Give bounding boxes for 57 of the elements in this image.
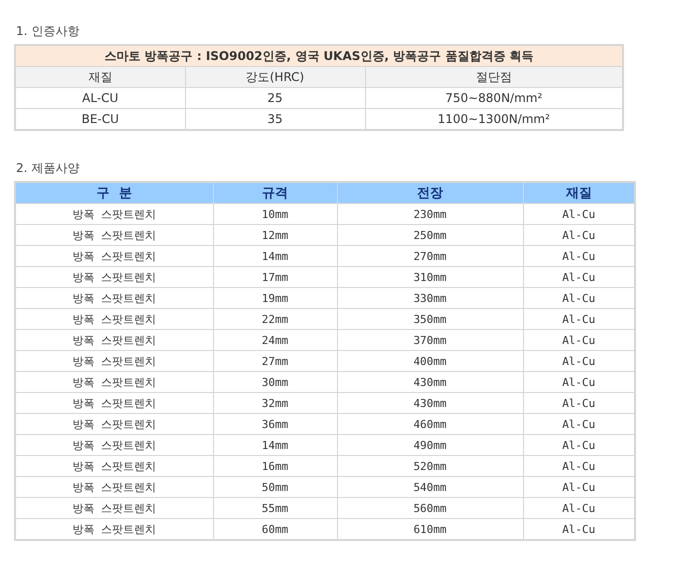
table-cell: 방폭 스팟트렌치 xyxy=(15,246,213,266)
table-cell: 19mm xyxy=(213,288,337,308)
table-cell: 방폭 스팟트렌치 xyxy=(15,476,213,498)
table-cell: 36mm xyxy=(213,414,337,434)
header-cell: 절단점 xyxy=(365,66,623,88)
table-cell: 17mm xyxy=(213,266,337,288)
table-cell: 330mm xyxy=(337,288,523,308)
table-cell: 520mm xyxy=(337,456,523,476)
table-cell: 50mm xyxy=(213,476,337,498)
table-cell: AL-CU xyxy=(15,88,185,108)
table-cell: 22mm xyxy=(213,308,337,330)
table-cell: 방폭 스팟트렌치 xyxy=(15,392,213,414)
table-cell: 370mm xyxy=(337,330,523,350)
table-cell: 430mm xyxy=(337,372,523,392)
table-cell: 방폭 스팟트렌치 xyxy=(15,350,213,372)
header-cell: 구 분 xyxy=(15,182,213,204)
table-cell: 490mm xyxy=(337,434,523,456)
table-cell: 350mm xyxy=(337,308,523,330)
table-cell: 430mm xyxy=(337,392,523,414)
banner-cell: 스마토 방폭공구 : ISO9002인증, 영국 UKAS인증, 방폭공구 품질합격증 획득 xyxy=(15,45,623,66)
header-cell: 재질 xyxy=(523,182,635,204)
table-cell: 방폭 스팟트렌치 xyxy=(15,330,213,350)
table-cell: 10mm xyxy=(213,204,337,224)
table-cell: 12mm xyxy=(213,224,337,246)
table-cell: 24mm xyxy=(213,330,337,350)
table-cell: 250mm xyxy=(337,224,523,246)
table-cell: 270mm xyxy=(337,246,523,266)
table-cell: 14mm xyxy=(213,246,337,266)
table-cell: 방폭 스팟트렌치 xyxy=(15,372,213,392)
table-cell: 400mm xyxy=(337,350,523,372)
table-cell: 방폭 스팟트렌치 xyxy=(15,266,213,288)
table-cell: 방폭 스팟트렌치 xyxy=(15,456,213,476)
table-cell: 540mm xyxy=(337,476,523,498)
header-cell: 전장 xyxy=(337,182,523,204)
header-cell: 재질 xyxy=(15,66,185,88)
table-cell: 310mm xyxy=(337,266,523,288)
table-cell: 460mm xyxy=(337,414,523,434)
table-cell: 방폭 스팟트렌치 xyxy=(15,288,213,308)
table-cell: 30mm xyxy=(213,372,337,392)
table-cell: 32mm xyxy=(213,392,337,414)
header-cell: 규격 xyxy=(213,182,337,204)
table-cell: 방폭 스팟트렌치 xyxy=(15,498,213,518)
table-cell: 230mm xyxy=(337,204,523,224)
table-cell: 25 xyxy=(185,88,365,108)
table-cell: 55mm xyxy=(213,498,337,518)
table-cell: 14mm xyxy=(213,434,337,456)
table-cell: 27mm xyxy=(213,350,337,372)
table-cell: 방폭 스팟트렌치 xyxy=(15,414,213,434)
table-cell: 560mm xyxy=(337,498,523,518)
table-cell: 방폭 스팟트렌치 xyxy=(15,204,213,224)
table-cell: 방폭 스팟트렌치 xyxy=(15,434,213,456)
section-title: 2. 제품사양 xyxy=(16,160,80,177)
table-cell: 16mm xyxy=(213,456,337,476)
header-cell: 강도(HRC) xyxy=(185,66,365,88)
section-title: 1. 인증사항 xyxy=(16,23,80,40)
table-cell: 방폭 스팟트렌치 xyxy=(15,308,213,330)
table-cell: 방폭 스팟트렌치 xyxy=(15,224,213,246)
